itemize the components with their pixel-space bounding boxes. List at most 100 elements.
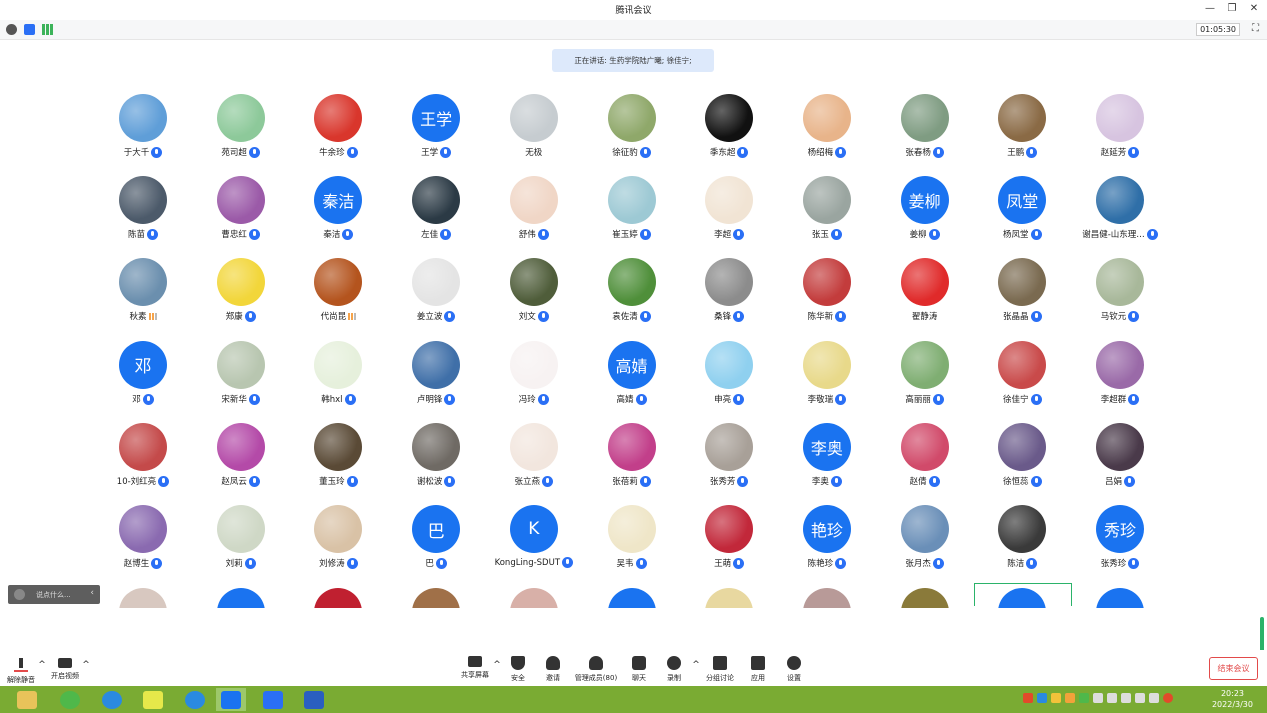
participant-tile[interactable]: 高婧 高婧 — [583, 340, 681, 423]
smiley-icon[interactable] — [14, 589, 25, 600]
participant-tile[interactable]: 张月杰 — [876, 505, 974, 587]
work-app-icon[interactable] — [299, 688, 329, 711]
participant-avatar-partial[interactable] — [900, 588, 949, 608]
end-meeting-button[interactable]: 结束会议 — [1209, 657, 1258, 680]
fullscreen-icon[interactable]: ⛶ — [1252, 23, 1259, 34]
participant-tile[interactable]: 杨绍梅 — [778, 94, 876, 176]
participant-tile[interactable]: 苑司超 — [192, 94, 290, 176]
feishu-icon[interactable] — [180, 688, 210, 711]
participant-tile[interactable]: 张晶晶 — [973, 258, 1071, 340]
participant-tile[interactable]: 吕娟 — [1071, 422, 1169, 505]
participant-tile[interactable]: 徐佳宁 — [973, 340, 1071, 423]
participant-tile[interactable]: 刘修涛 — [289, 505, 387, 587]
participant-tile[interactable]: 冯玲 — [485, 340, 583, 423]
network-signal-icon[interactable] — [42, 24, 53, 35]
taskbar-clock[interactable]: 20:23 2022/3/30 — [1212, 688, 1253, 710]
app-green-icon[interactable] — [138, 688, 168, 711]
participant-tile[interactable]: 高丽丽 — [876, 340, 974, 423]
share-screen-button[interactable]: 共享屏幕 — [458, 652, 492, 680]
chat-input[interactable]: 说点什么... — [36, 590, 71, 600]
participant-tile[interactable]: 桑锋 — [680, 258, 778, 340]
tray-cloud-icon[interactable] — [1037, 693, 1047, 703]
participant-tile[interactable]: 李敬瑞 — [778, 340, 876, 423]
participant-tile[interactable]: 刘文 — [485, 258, 583, 340]
browser-360-icon[interactable] — [55, 688, 85, 711]
audio-options-chevron-icon[interactable]: ^ — [38, 660, 46, 670]
participant-avatar-partial[interactable] — [607, 588, 656, 608]
participant-tile[interactable]: 曹忠红 — [192, 176, 290, 258]
participant-tile[interactable]: 张玉 — [778, 176, 876, 258]
participant-avatar-partial[interactable] — [314, 588, 363, 608]
info-icon[interactable] — [6, 24, 17, 35]
participant-tile[interactable]: 吴韦 — [583, 505, 681, 587]
participant-tile[interactable]: 陈苗 — [94, 176, 192, 258]
participant-tile[interactable]: 姜柳 姜柳 — [876, 176, 974, 258]
chat-input-popup[interactable]: 说点什么... ‹ — [8, 585, 100, 604]
participant-tile[interactable]: 谢松波 — [387, 422, 485, 505]
record-button[interactable]: 录制 — [662, 652, 686, 683]
participant-tile[interactable]: 宋新华 — [192, 340, 290, 423]
participant-avatar-partial[interactable] — [216, 588, 265, 608]
participant-tile[interactable]: 赵延芳 — [1071, 94, 1169, 176]
participant-tile[interactable]: 赵倩 — [876, 422, 974, 505]
participant-tile[interactable]: 董玉玲 — [289, 422, 387, 505]
power-icon[interactable] — [1135, 693, 1145, 703]
participant-tile[interactable]: 季东超 — [680, 94, 778, 176]
wps-writer-icon[interactable] — [258, 688, 288, 711]
participant-avatar-partial[interactable] — [1096, 588, 1144, 608]
participant-tile[interactable]: 袁佐清 — [583, 258, 681, 340]
participant-tile[interactable]: 陈洁 — [973, 505, 1071, 587]
settings-button[interactable]: 设置 — [782, 652, 806, 683]
invite-button[interactable]: 邀请 — [541, 652, 565, 683]
security-button[interactable]: 安全 — [506, 652, 530, 683]
internet-explorer-icon[interactable] — [97, 688, 127, 711]
participant-tile[interactable]: K KongLing-SDUT — [485, 505, 583, 587]
participant-tile[interactable]: 申亮 — [680, 340, 778, 423]
ime-icon[interactable] — [1023, 693, 1033, 703]
share-options-chevron-icon[interactable]: ^ — [493, 660, 501, 670]
participant-tile[interactable]: 赵凤云 — [192, 422, 290, 505]
participant-avatar-partial[interactable] — [802, 588, 851, 608]
participant-tile[interactable]: 10-刘红亮 — [94, 422, 192, 505]
file-explorer-icon[interactable] — [12, 688, 42, 711]
participant-tile[interactable]: 徐征豹 — [583, 94, 681, 176]
participant-tile[interactable]: 韩hxl — [289, 340, 387, 423]
participant-avatar-partial[interactable] — [705, 588, 754, 608]
language-icon[interactable] — [1149, 693, 1159, 703]
sogou-icon[interactable] — [1163, 693, 1173, 703]
participant-tile[interactable]: 卢明锋 — [387, 340, 485, 423]
participant-tile[interactable]: 崔玉婷 — [583, 176, 681, 258]
participant-tile[interactable]: 王鹏 — [973, 94, 1071, 176]
participant-avatar-partial[interactable] — [412, 588, 461, 608]
participant-tile[interactable]: 邓邓 — [94, 340, 192, 423]
record-options-chevron-icon[interactable]: ^ — [692, 660, 700, 670]
participant-tile[interactable]: 李超群 — [1071, 340, 1169, 423]
shield-icon[interactable] — [24, 24, 35, 35]
participant-avatar-partial[interactable] — [119, 588, 167, 608]
participant-avatar-partial[interactable] — [509, 588, 558, 608]
participant-tile[interactable]: 谢昌健-山东理… — [1071, 176, 1169, 258]
participant-tile[interactable]: 秀珍 张秀珍 — [1071, 505, 1169, 587]
participant-tile[interactable]: 秋素 — [94, 258, 192, 340]
network-icon[interactable] — [1093, 693, 1103, 703]
participant-tile[interactable]: 马钦元 — [1071, 258, 1169, 340]
participant-tile[interactable]: 舒伟 — [485, 176, 583, 258]
participant-tile[interactable]: 代尚昆 — [289, 258, 387, 340]
unmute-button[interactable]: 解除静音 — [5, 652, 37, 685]
participant-tile[interactable]: 刘莉 — [192, 505, 290, 587]
participant-tile[interactable]: 于大千 — [94, 94, 192, 176]
participant-tile[interactable]: 张秀芳 — [680, 422, 778, 505]
chat-button[interactable]: 聊天 — [627, 652, 651, 683]
signal-icon[interactable] — [1107, 693, 1117, 703]
participant-tile[interactable]: 张立燕 — [485, 422, 583, 505]
manage-members-button[interactable]: 管理成员(80) — [572, 652, 620, 683]
participant-tile[interactable]: 艳珍 陈艳珍 — [778, 505, 876, 587]
participant-tile[interactable]: 张春杨 — [876, 94, 974, 176]
participant-tile[interactable]: 陈华新 — [778, 258, 876, 340]
participant-tile[interactable]: 王学 王学 — [387, 94, 485, 176]
restore-icon[interactable]: ❐ — [1225, 2, 1239, 16]
video-options-chevron-icon[interactable]: ^ — [82, 660, 90, 670]
participant-tile[interactable]: 姜立波 — [387, 258, 485, 340]
participant-tile[interactable]: 王萌 — [680, 505, 778, 587]
close-icon[interactable]: ✕ — [1247, 2, 1261, 16]
